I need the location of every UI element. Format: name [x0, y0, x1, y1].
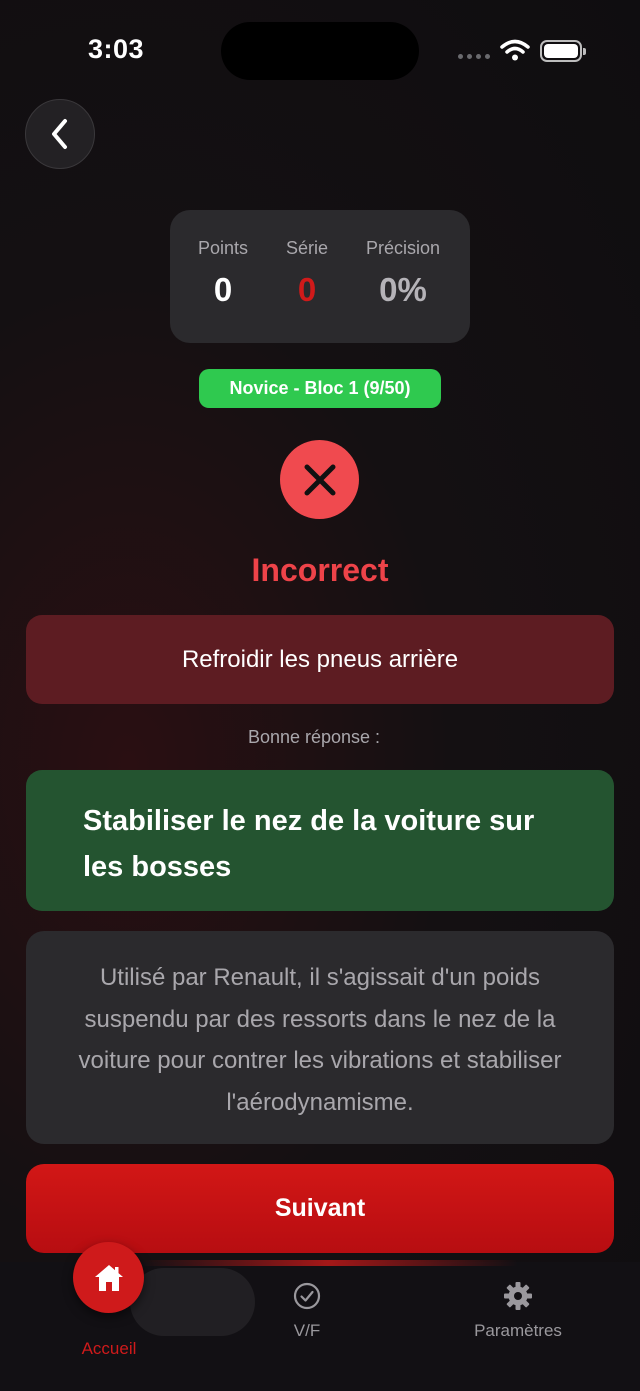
wifi-icon — [500, 39, 530, 61]
stat-points-label: Points — [197, 238, 249, 258]
cellular-signal-icon — [458, 54, 490, 59]
battery-icon — [540, 40, 586, 62]
gear-icon[interactable] — [503, 1281, 533, 1311]
level-badge: Novice - Bloc 1 (9/50) — [199, 369, 441, 408]
x-mark-icon — [304, 464, 335, 495]
dynamic-island — [221, 22, 419, 80]
status-time: 3:03 — [88, 34, 145, 64]
stat-points: Points 0 — [183, 238, 263, 309]
explanation-card: Utilisé par Renault, il s'agissait d'un … — [26, 931, 614, 1144]
tab-bar-glow — [138, 1260, 518, 1266]
stat-precision-value: 0% — [379, 271, 427, 308]
result-title: Incorrect — [251, 552, 389, 588]
result-status-badge — [280, 440, 359, 519]
tab-home-button[interactable] — [73, 1242, 144, 1313]
tab-settings-label[interactable]: Paramètres — [458, 1321, 578, 1341]
tab-bar-highlight — [130, 1268, 255, 1336]
next-button[interactable]: Suivant — [26, 1164, 614, 1253]
correct-answer-label: Bonne réponse : — [247, 727, 381, 747]
user-answer-card: Refroidir les pneus arrière — [26, 615, 614, 704]
correct-answer-card: Stabiliser le nez de la voiture sur les … — [26, 770, 614, 911]
stat-points-value: 0 — [213, 271, 233, 308]
home-icon — [94, 1264, 123, 1291]
stat-streak-value: 0 — [297, 271, 317, 308]
chevron-left-icon — [52, 119, 67, 149]
status-bar: 3:03 — [0, 0, 640, 100]
stat-precision: Précision 0% — [350, 238, 456, 309]
stat-precision-label: Précision — [365, 238, 441, 258]
stat-streak-label: Série — [285, 238, 329, 258]
stat-streak: Série 0 — [267, 238, 347, 309]
tab-home-label[interactable]: Accueil — [59, 1339, 159, 1359]
check-circle-icon[interactable] — [293, 1282, 321, 1310]
stats-card: Points 0 Série 0 Précision 0% — [170, 210, 470, 343]
tab-vf-label[interactable]: V/F — [257, 1321, 357, 1341]
back-button[interactable] — [25, 99, 95, 169]
